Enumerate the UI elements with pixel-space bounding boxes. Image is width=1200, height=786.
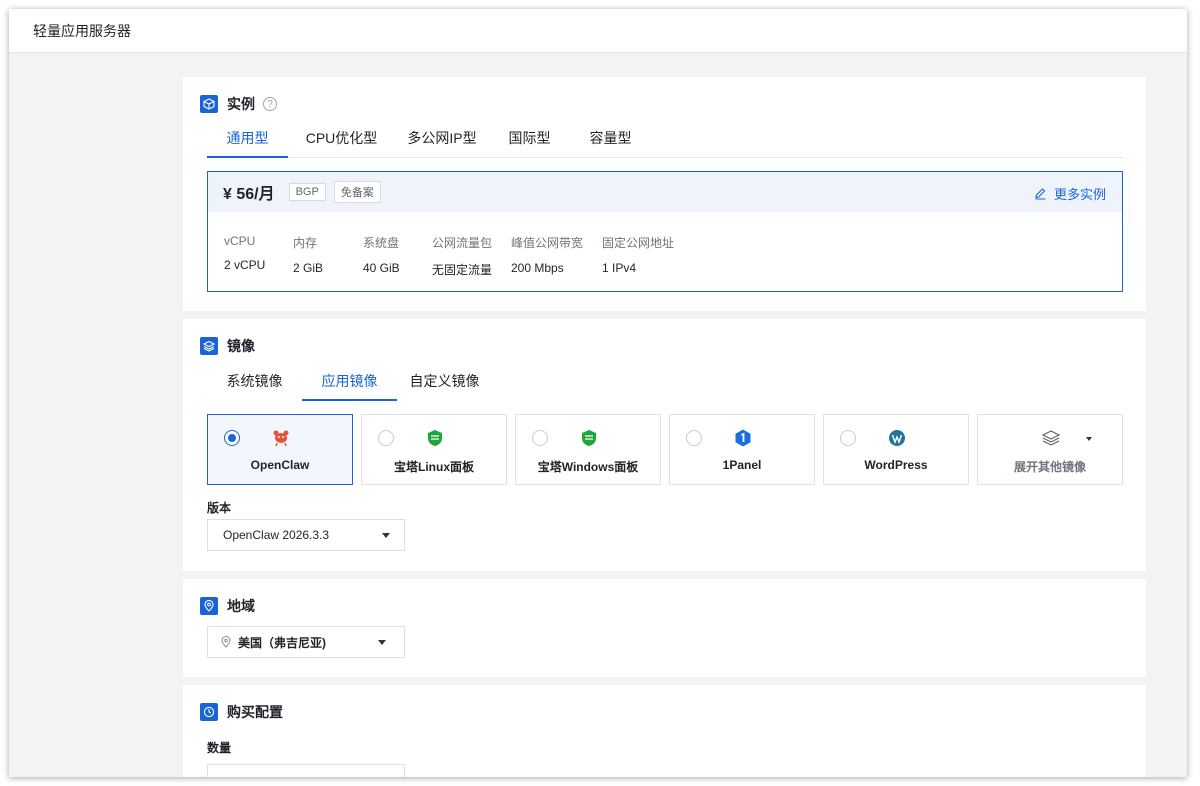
page-title: 轻量应用服务器 (33, 22, 131, 39)
clock-icon (200, 703, 218, 721)
radio-button[interactable] (840, 430, 856, 446)
image-option-bt-windows[interactable]: 宝塔Windows面板 (515, 414, 661, 485)
spec-value: 200 Mbps (511, 261, 564, 275)
tab-multi-ip[interactable]: 多公网IP型 (395, 127, 489, 157)
spec-value: 2 GiB (293, 261, 324, 275)
radio-button[interactable] (532, 430, 548, 446)
region-section-header: 地域 (200, 596, 255, 616)
instance-card-header: ¥ 56/月 BGP 免备案 更多实例 (208, 172, 1122, 212)
radio-button[interactable] (378, 430, 394, 446)
tab-custom-image[interactable]: 自定义镜像 (397, 370, 492, 400)
image-section-title: 镜像 (227, 338, 255, 354)
quantity-label: 数量 (207, 741, 232, 755)
spec-label: vCPU (224, 234, 256, 248)
tab-app-image[interactable]: 应用镜像 (302, 370, 397, 401)
more-instances-link[interactable]: 更多实例 (1034, 184, 1106, 203)
purchase-section: 购买配置 数量 (183, 685, 1146, 777)
expand-more-images-label: 展开其他镜像 (1013, 460, 1086, 474)
region-value: 美国（弗吉尼亚) (238, 635, 326, 650)
tab-international[interactable]: 国际型 (489, 127, 570, 157)
version-select[interactable]: OpenClaw 2026.3.3 (207, 519, 405, 551)
image-type-tabs: 系统镜像 应用镜像 自定义镜像 (207, 370, 492, 401)
lobster-icon (273, 430, 289, 447)
purchase-section-title: 购买配置 (227, 704, 283, 720)
image-option-bt-linux[interactable]: 宝塔Linux面板 (361, 414, 507, 485)
radio-button[interactable] (686, 430, 702, 446)
spec-ip: 固定公网地址 1 IPv4 (602, 234, 674, 275)
app-window: 轻量应用服务器 实例 ? 通用型 CPU优化型 多公网IP型 国际型 容量型 ¥… (9, 9, 1187, 777)
caret-down-icon (378, 640, 386, 645)
spec-label: 固定公网地址 (602, 236, 675, 250)
image-option-label: 宝塔Windows面板 (537, 460, 639, 474)
spec-bandwidth: 峰值公网带宽 200 Mbps (511, 234, 583, 275)
spec-label: 系统盘 (363, 236, 400, 250)
region-section-title: 地域 (227, 598, 255, 614)
caret-down-icon (382, 533, 390, 538)
tab-cpu-optimized[interactable]: CPU优化型 (288, 127, 395, 157)
more-instances-label: 更多实例 (1053, 187, 1106, 202)
instance-type-tabs: 通用型 CPU优化型 多公网IP型 国际型 容量型 (207, 127, 1123, 158)
image-option-label: OpenClaw (250, 458, 310, 472)
spec-value: 1 IPv4 (602, 261, 637, 275)
layers-icon (200, 337, 218, 355)
bt-panel-icon (428, 430, 442, 446)
quantity-input[interactable] (207, 764, 405, 777)
version-label: 版本 (207, 501, 232, 515)
image-option-label: WordPress (864, 458, 928, 472)
image-option-label: 宝塔Linux面板 (394, 460, 474, 474)
location-pin-icon (200, 597, 218, 615)
instance-section: 实例 ? 通用型 CPU优化型 多公网IP型 国际型 容量型 ¥ 56/月 BG… (183, 77, 1146, 311)
instance-card[interactable]: ¥ 56/月 BGP 免备案 更多实例 vCPU 2 vCPU 内存 2 GiB… (207, 171, 1123, 292)
tab-capacity[interactable]: 容量型 (570, 127, 651, 157)
image-option-label: 1Panel (722, 458, 762, 472)
wordpress-icon (889, 430, 905, 446)
edit-icon (1035, 188, 1046, 200)
bgp-badge: BGP (288, 183, 326, 201)
help-icon[interactable]: ? (263, 97, 277, 111)
instance-section-title: 实例 (227, 96, 255, 112)
image-option-1panel[interactable]: 1Panel (669, 414, 815, 485)
spec-label: 峰值公网带宽 (511, 236, 584, 250)
image-option-openclaw[interactable]: OpenClaw (207, 414, 353, 485)
location-pin-icon (221, 636, 231, 648)
1panel-icon (735, 429, 751, 447)
instance-section-header: 实例 ? (200, 94, 277, 114)
bt-panel-icon (582, 430, 596, 446)
cube-icon (200, 95, 218, 113)
spec-memory: 内存 2 GiB (293, 234, 323, 275)
spec-vcpu: vCPU 2 vCPU (224, 234, 265, 272)
spec-label: 公网流量包 (432, 236, 493, 250)
region-section: 地域 美国（弗吉尼亚) (183, 579, 1146, 677)
spec-value: 2 vCPU (224, 258, 266, 272)
spec-label: 内存 (293, 236, 318, 250)
layers-icon (1041, 430, 1061, 446)
spec-value: 40 GiB (363, 261, 400, 275)
spec-traffic: 公网流量包 无固定流量 (432, 234, 492, 278)
version-value: OpenClaw 2026.3.3 (223, 528, 330, 542)
no-filing-badge: 免备案 (333, 181, 381, 203)
spec-value: 无固定流量 (432, 263, 493, 277)
region-select[interactable]: 美国（弗吉尼亚) (207, 626, 405, 658)
spec-disk: 系统盘 40 GiB (363, 234, 400, 275)
instance-price: ¥ 56/月 (223, 186, 275, 203)
purchase-section-header: 购买配置 (200, 702, 283, 722)
image-option-wordpress[interactable]: WordPress (823, 414, 969, 485)
tab-general[interactable]: 通用型 (207, 127, 288, 158)
tab-system-image[interactable]: 系统镜像 (207, 370, 302, 400)
top-bar: 轻量应用服务器 (9, 9, 1187, 53)
image-section-header: 镜像 (200, 336, 255, 356)
chevron-down-icon (1086, 437, 1092, 441)
expand-more-images[interactable]: 展开其他镜像 (977, 414, 1123, 485)
image-section: 镜像 系统镜像 应用镜像 自定义镜像 OpenClaw 宝塔Linux面板 宝塔… (183, 319, 1146, 571)
radio-button[interactable] (224, 430, 240, 446)
